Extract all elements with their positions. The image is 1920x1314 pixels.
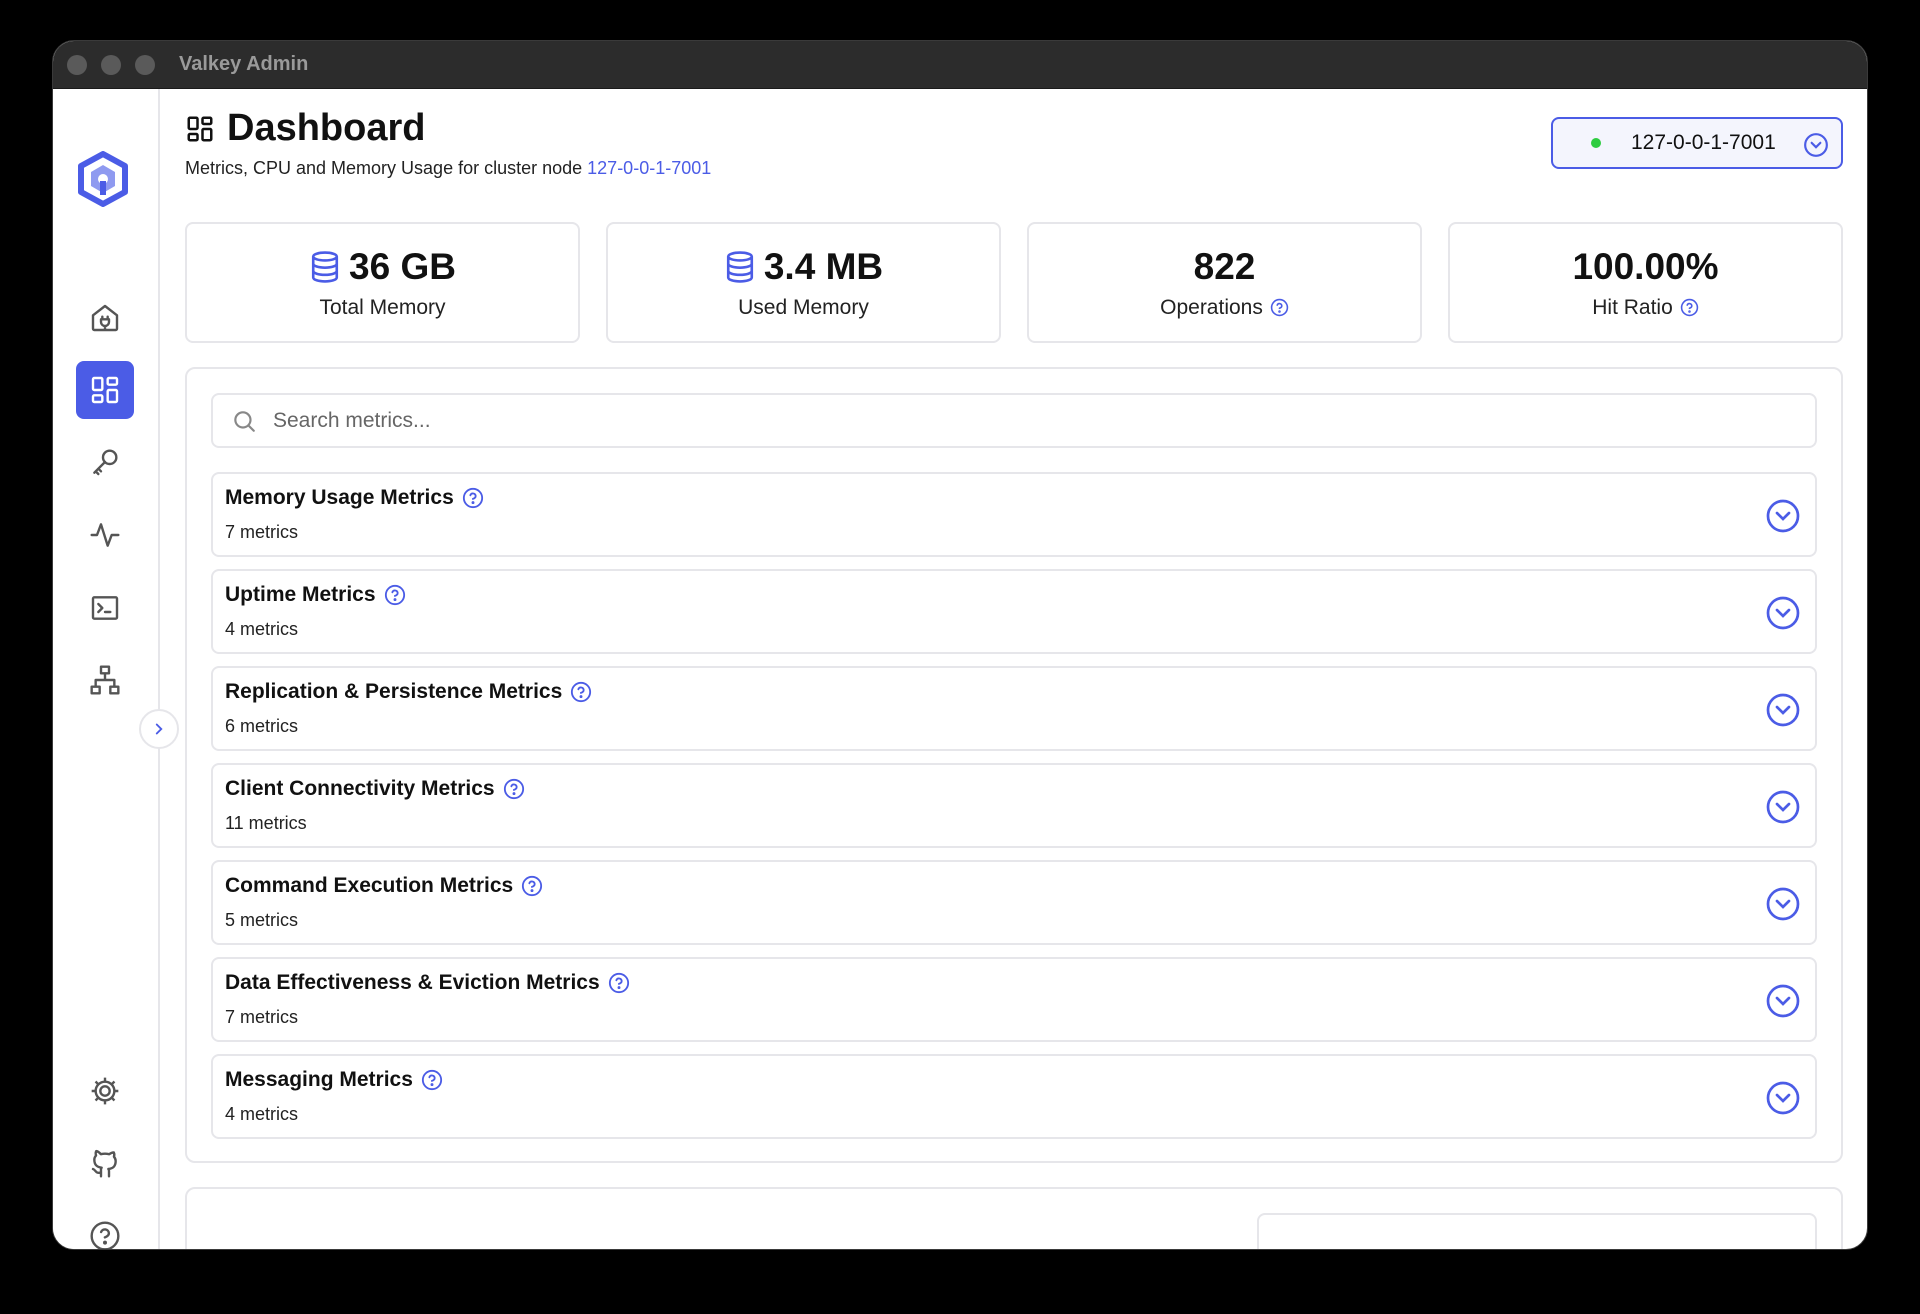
node-status-dot — [1591, 138, 1601, 148]
metric-group-count: 7 metrics — [225, 1007, 299, 1027]
metric-group-count: 7 metrics — [225, 522, 299, 542]
chevron-down-icon[interactable] — [1765, 886, 1801, 922]
page-subtitle: Metrics, CPU and Memory Usage for cluste… — [185, 158, 711, 179]
window-title: Valkey Admin — [179, 53, 309, 75]
chevron-down-icon — [1804, 133, 1828, 157]
stat-hit-ratio: 100.00% Hit Ratio — [1448, 222, 1843, 343]
metric-group-count: 4 metrics — [225, 1104, 299, 1124]
metric-group[interactable]: Client Connectivity Metrics 11 metrics — [211, 763, 1817, 848]
home-plug-icon — [91, 304, 119, 332]
metrics-panel: Memory Usage Metrics 7 metrics Uptime Me… — [185, 367, 1843, 1163]
metric-group-count: 11 metrics — [225, 813, 307, 833]
help-icon[interactable] — [521, 875, 543, 897]
secondary-panel-control[interactable] — [1257, 1213, 1817, 1249]
subtitle-text: Metrics, CPU and Memory Usage for cluste… — [185, 158, 588, 178]
metric-group[interactable]: Memory Usage Metrics 7 metrics — [211, 472, 1817, 557]
help-icon[interactable] — [462, 487, 484, 509]
metric-group[interactable]: Replication & Persistence Metrics 6 metr… — [211, 666, 1817, 751]
help-icon[interactable] — [421, 1069, 443, 1091]
chevron-down-icon[interactable] — [1765, 692, 1801, 728]
stat-total-memory: 36 GB Total Memory — [185, 222, 580, 343]
metric-group-title: Client Connectivity Metrics — [225, 777, 495, 800]
metric-group-title: Replication & Persistence Metrics — [225, 680, 563, 703]
sidebar-item-terminal[interactable] — [76, 579, 134, 637]
sidebar — [53, 89, 179, 1249]
help-icon — [90, 1221, 120, 1249]
help-icon[interactable] — [1270, 298, 1289, 317]
stat-value: 822 — [1193, 245, 1256, 287]
main-content: Dashboard Metrics, CPU and Memory Usage … — [160, 89, 1867, 1249]
metric-group-title: Messaging Metrics — [225, 1068, 413, 1091]
stat-label: Operations — [1160, 295, 1263, 319]
stat-label: Total Memory — [319, 295, 446, 319]
stat-label: Hit Ratio — [1592, 295, 1673, 319]
sidebar-item-help[interactable] — [76, 1207, 134, 1249]
database-icon — [311, 250, 339, 283]
dashboard-icon — [91, 376, 119, 404]
metric-group[interactable]: Uptime Metrics 4 metrics — [211, 569, 1817, 654]
help-icon[interactable] — [570, 681, 592, 703]
title-bar: Valkey Admin — [53, 41, 1867, 89]
help-icon[interactable] — [1680, 298, 1699, 317]
sidebar-item-monitoring[interactable] — [76, 506, 134, 564]
chevron-right-icon — [155, 723, 163, 735]
activity-icon — [90, 523, 120, 547]
valkey-logo-icon — [78, 151, 128, 207]
sidebar-item-cluster[interactable] — [76, 651, 134, 709]
metric-group[interactable]: Command Execution Metrics 5 metrics — [211, 860, 1817, 945]
gear-icon — [91, 1077, 119, 1105]
chevron-down-icon[interactable] — [1765, 498, 1801, 534]
zoom-window-button[interactable] — [135, 54, 155, 75]
metric-group-count: 5 metrics — [225, 910, 299, 930]
network-icon — [90, 665, 120, 695]
chevron-down-icon[interactable] — [1765, 595, 1801, 631]
app-window: Valkey Admin Dashboard Metrics, CPU and … — [52, 40, 1868, 1250]
github-icon — [91, 1149, 117, 1178]
search-icon — [234, 410, 255, 432]
chevron-down-icon[interactable] — [1765, 789, 1801, 825]
metric-group-title: Memory Usage Metrics — [225, 486, 454, 509]
help-icon[interactable] — [503, 778, 525, 800]
metric-group[interactable]: Data Effectiveness & Eviction Metrics 7 … — [211, 957, 1817, 1042]
sidebar-item-connections[interactable] — [76, 289, 134, 347]
sidebar-item-keys[interactable] — [76, 433, 134, 491]
close-window-button[interactable] — [67, 54, 87, 75]
sidebar-item-github[interactable] — [76, 1134, 134, 1192]
stat-value: 36 GB — [349, 245, 456, 287]
metric-group-title: Command Execution Metrics — [225, 874, 514, 897]
metric-group-title: Data Effectiveness & Eviction Metrics — [225, 971, 600, 994]
metric-group-count: 6 metrics — [225, 716, 299, 736]
dashboard-icon — [187, 116, 213, 141]
chevron-down-icon[interactable] — [1765, 1080, 1801, 1116]
sidebar-item-settings[interactable] — [76, 1062, 134, 1120]
stat-value: 100.00% — [1572, 245, 1719, 287]
sidebar-expand-button[interactable] — [139, 709, 179, 749]
metric-group-count: 4 metrics — [225, 619, 299, 639]
page-title: Dashboard — [227, 107, 426, 149]
node-link[interactable]: 127-0-0-1-7001 — [587, 158, 711, 178]
metric-group-title: Uptime Metrics — [225, 583, 376, 606]
node-selector-value: 127-0-0-1-7001 — [1631, 131, 1776, 154]
database-icon — [726, 250, 753, 283]
search-bar — [211, 393, 1817, 448]
key-icon — [93, 449, 118, 476]
page-header: Dashboard Metrics, CPU and Memory Usage … — [185, 107, 711, 179]
stat-label: Used Memory — [738, 295, 869, 319]
chevron-down-icon[interactable] — [1765, 983, 1801, 1019]
secondary-panel — [185, 1187, 1843, 1249]
stat-value: 3.4 MB — [763, 245, 884, 287]
stat-operations: 822 Operations — [1027, 222, 1422, 343]
node-selector[interactable]: 127-0-0-1-7001 — [1551, 117, 1843, 169]
help-icon[interactable] — [608, 972, 630, 994]
terminal-icon — [91, 596, 119, 620]
sidebar-item-dashboard[interactable] — [76, 361, 134, 419]
help-icon[interactable] — [384, 584, 406, 606]
metric-group[interactable]: Messaging Metrics 4 metrics — [211, 1054, 1817, 1139]
search-input[interactable] — [273, 408, 1815, 433]
stats-row: 36 GB Total Memory 3.4 MB Used Memory 82… — [185, 222, 1843, 343]
stat-used-memory: 3.4 MB Used Memory — [606, 222, 1001, 343]
metric-groups-list: Memory Usage Metrics 7 metrics Uptime Me… — [211, 472, 1817, 1139]
minimize-window-button[interactable] — [101, 54, 121, 75]
